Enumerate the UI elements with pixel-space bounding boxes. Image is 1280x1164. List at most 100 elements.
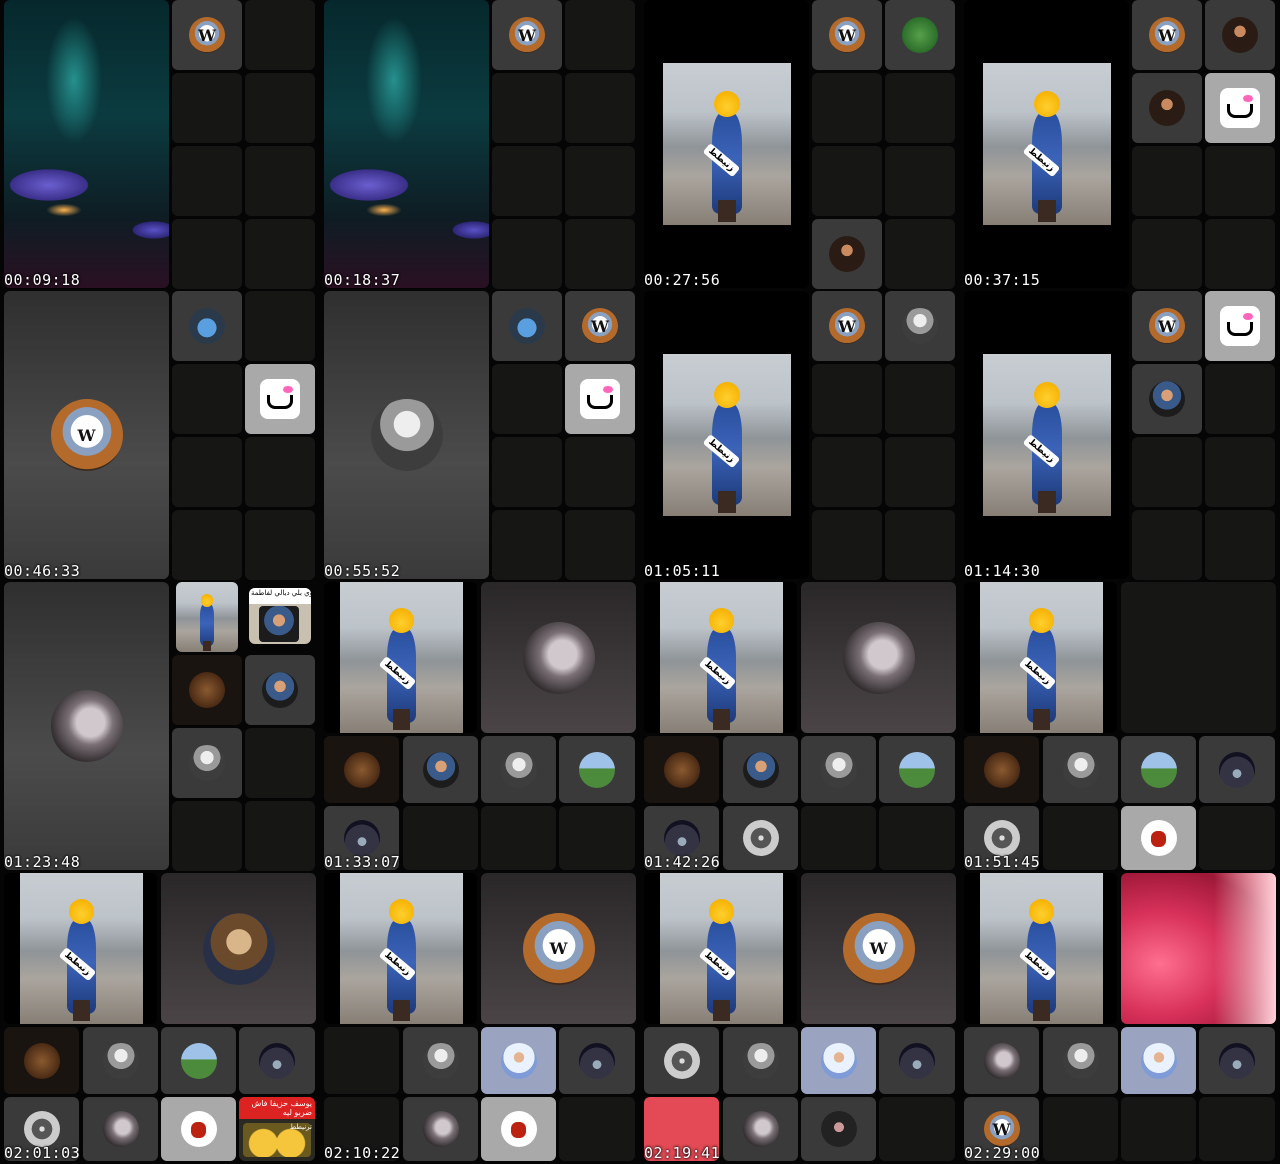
participant-tile[interactable] — [879, 1027, 955, 1094]
participant-tile[interactable] — [492, 0, 562, 70]
empty-tile — [1205, 364, 1275, 434]
participant-tile[interactable] — [801, 582, 956, 733]
empty-tile — [245, 0, 315, 70]
participant-tile[interactable] — [964, 1027, 1039, 1094]
avatar — [663, 751, 700, 788]
participant-tile[interactable] — [481, 1027, 556, 1094]
participant-tile[interactable] — [83, 1027, 158, 1094]
participant-tile[interactable]: يوسف حزيفا فاش ضربو ليه ترنيطط — [239, 1097, 315, 1161]
participant-tile[interactable] — [1205, 73, 1275, 143]
main-video-tile[interactable]: زنيطط — [644, 0, 809, 288]
avatar — [579, 751, 615, 788]
participant-tile[interactable] — [812, 219, 882, 289]
participant-tile[interactable] — [565, 291, 635, 361]
participant-tile[interactable] — [801, 736, 876, 803]
empty-tile — [1205, 219, 1275, 289]
avatar — [1140, 1042, 1177, 1079]
participant-tile[interactable] — [481, 873, 636, 1024]
participant-tile[interactable] — [964, 736, 1039, 803]
empty-tile — [1132, 437, 1202, 507]
participant-tile[interactable] — [481, 736, 556, 803]
participant-tile[interactable] — [481, 582, 636, 733]
participant-tile[interactable] — [1205, 0, 1275, 70]
participant-tile[interactable] — [245, 655, 315, 725]
participant-tile[interactable] — [559, 1027, 635, 1094]
participant-tile[interactable] — [644, 1027, 719, 1094]
participant-tile[interactable] — [481, 1097, 556, 1161]
participant-tile[interactable] — [161, 873, 316, 1024]
participant-tile[interactable] — [1043, 1027, 1118, 1094]
participant-tile[interactable] — [403, 736, 478, 803]
empty-tile — [1205, 146, 1275, 216]
main-video-tile[interactable]: زنيطط — [644, 873, 797, 1024]
main-video-tile[interactable] — [4, 0, 169, 288]
participant-tile[interactable] — [1205, 291, 1275, 361]
participant-tile[interactable] — [723, 1027, 798, 1094]
avatar — [902, 17, 938, 53]
participant-tile[interactable]: زنجوي بلي ديالي لفاطمة — [249, 588, 311, 644]
timestamp: 01:42:26 — [644, 853, 721, 871]
participant-tile[interactable] — [4, 1027, 79, 1094]
participant-tile[interactable] — [723, 736, 798, 803]
participant-tile[interactable] — [801, 873, 956, 1024]
participant-tile[interactable] — [83, 1097, 158, 1161]
participant-tile[interactable] — [885, 0, 955, 70]
main-video-tile[interactable]: زنيطط — [964, 873, 1117, 1024]
main-video-tile[interactable] — [4, 291, 169, 579]
participant-tile[interactable] — [1132, 73, 1202, 143]
participant-tile[interactable] — [1121, 873, 1276, 1024]
participant-tile[interactable] — [324, 736, 399, 803]
main-video-tile[interactable]: زنيطط — [964, 0, 1129, 288]
participant-tile[interactable] — [1132, 0, 1202, 70]
participant-tile[interactable] — [879, 736, 955, 803]
participant-tile[interactable] — [172, 291, 242, 361]
participant-tile[interactable] — [1121, 736, 1196, 803]
main-video-tile[interactable]: زنيطط — [964, 291, 1129, 579]
participant-tile[interactable] — [1132, 291, 1202, 361]
smiley-emoji-icon — [389, 608, 414, 634]
participant-tile[interactable] — [559, 736, 635, 803]
main-video-tile[interactable]: زنيطط — [964, 582, 1117, 733]
participant-tile[interactable] — [1199, 736, 1275, 803]
avatar — [189, 745, 225, 781]
participant-tile[interactable] — [161, 1097, 236, 1161]
empty-tile — [1132, 510, 1202, 580]
participant-tile[interactable] — [565, 364, 635, 434]
participant-tile[interactable] — [1132, 364, 1202, 434]
main-video-tile[interactable] — [4, 582, 169, 870]
frame-11: زنيطط 01:42:26 — [640, 582, 960, 873]
participant-tile[interactable] — [403, 1027, 478, 1094]
participant-tile[interactable] — [172, 0, 242, 70]
participant-tile[interactable] — [1121, 806, 1196, 870]
main-video-tile[interactable]: زنيطط — [324, 873, 477, 1024]
participant-tile[interactable] — [723, 1097, 798, 1161]
participant-tile[interactable] — [812, 0, 882, 70]
participant-tile[interactable] — [644, 736, 719, 803]
participant-tile[interactable] — [245, 364, 315, 434]
participant-tile[interactable] — [1121, 1027, 1196, 1094]
empty-tile — [885, 146, 955, 216]
participant-tile[interactable] — [1043, 736, 1118, 803]
main-video-tile[interactable] — [324, 291, 489, 579]
empty-tile — [885, 437, 955, 507]
main-video-tile[interactable]: زنيطط — [324, 582, 477, 733]
avatar — [189, 672, 225, 708]
participant-tile[interactable] — [492, 291, 562, 361]
participant-tile[interactable] — [885, 291, 955, 361]
main-video-tile[interactable]: زنيطط — [4, 873, 157, 1024]
participant-tile[interactable] — [1199, 1027, 1275, 1094]
participant-tile[interactable] — [801, 1097, 876, 1161]
participant-tile[interactable] — [812, 291, 882, 361]
participant-tile[interactable] — [176, 582, 238, 652]
participant-tile[interactable] — [172, 728, 242, 798]
main-video-tile[interactable] — [324, 0, 489, 288]
participant-tile[interactable] — [239, 1027, 315, 1094]
participant-tile[interactable] — [403, 1097, 478, 1161]
main-video-tile[interactable]: زنيطط — [644, 582, 797, 733]
participant-tile[interactable] — [723, 806, 798, 870]
participant-tile[interactable] — [172, 655, 242, 725]
participant-tile[interactable] — [161, 1027, 236, 1094]
main-video-tile[interactable]: زنيطط — [644, 291, 809, 579]
participant-tile[interactable] — [801, 1027, 876, 1094]
avatar — [983, 1111, 1020, 1147]
